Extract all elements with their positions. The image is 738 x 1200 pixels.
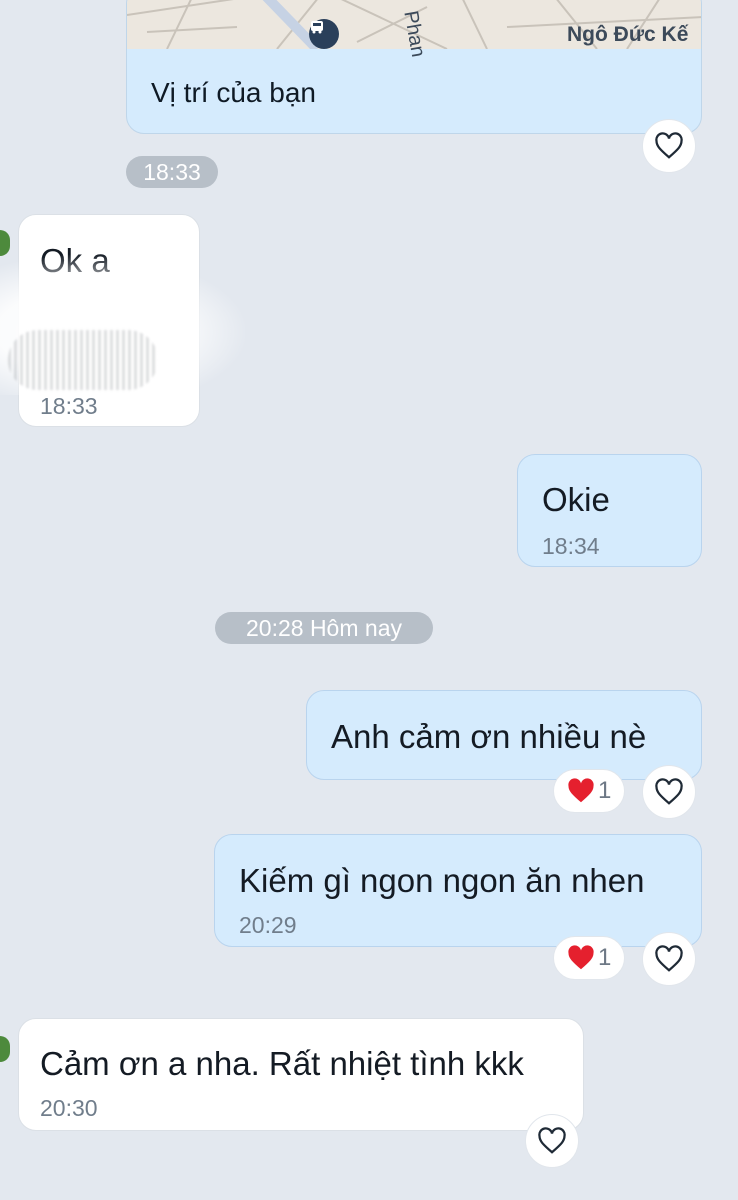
reaction-count[interactable]: 1: [553, 936, 625, 980]
message-text: Okie: [542, 481, 610, 518]
like-button[interactable]: [642, 765, 696, 819]
message-text: Kiếm gì ngon ngon ăn nhen: [239, 862, 645, 899]
heart-outline-icon: [538, 1127, 566, 1154]
message-text: Anh cảm ơn nhiều nè: [331, 718, 647, 755]
like-button[interactable]: [525, 1114, 579, 1168]
message-text: Cảm ơn a nha. Rất nhiệt tình kkk: [40, 1045, 524, 1082]
red-heart-icon: [568, 945, 594, 970]
reaction-count[interactable]: 1: [553, 769, 625, 813]
location-message-card[interactable]: Phan Ngô Đức Kế Vị trí của bạn: [126, 0, 702, 134]
heart-outline-icon: [655, 132, 683, 159]
message-time: 18:33: [40, 393, 98, 419]
avatar[interactable]: [0, 1036, 10, 1062]
sent-message[interactable]: Kiếm gì ngon ngon ăn nhen 20:29: [214, 834, 702, 947]
received-message[interactable]: Cảm ơn a nha. Rất nhiệt tình kkk 20:30: [18, 1018, 584, 1131]
reaction-count-value: 1: [598, 944, 612, 971]
like-button[interactable]: [642, 932, 696, 986]
blur-overlay-noise: [8, 330, 158, 390]
message-time: 20:29: [239, 912, 297, 938]
map-preview[interactable]: Phan Ngô Đức Kế: [127, 0, 701, 59]
message-time: 20:30: [40, 1095, 98, 1121]
time-divider: 20:28 Hôm nay: [215, 612, 433, 644]
map-street-name: Ngô Đức Kế: [567, 23, 689, 46]
like-button[interactable]: [642, 119, 696, 173]
sent-message[interactable]: Okie 18:34: [517, 454, 702, 567]
sent-message[interactable]: Anh cảm ơn nhiều nè: [306, 690, 702, 780]
time-divider: 18:33: [126, 156, 218, 188]
message-time: 18:34: [542, 533, 600, 559]
reaction-count-value: 1: [598, 777, 612, 804]
bus-stop-icon: [309, 19, 339, 49]
avatar[interactable]: [0, 230, 10, 256]
red-heart-icon: [568, 778, 594, 803]
heart-outline-icon: [655, 945, 683, 972]
heart-outline-icon: [655, 778, 683, 805]
location-label: Vị trí của bạn: [151, 77, 316, 108]
